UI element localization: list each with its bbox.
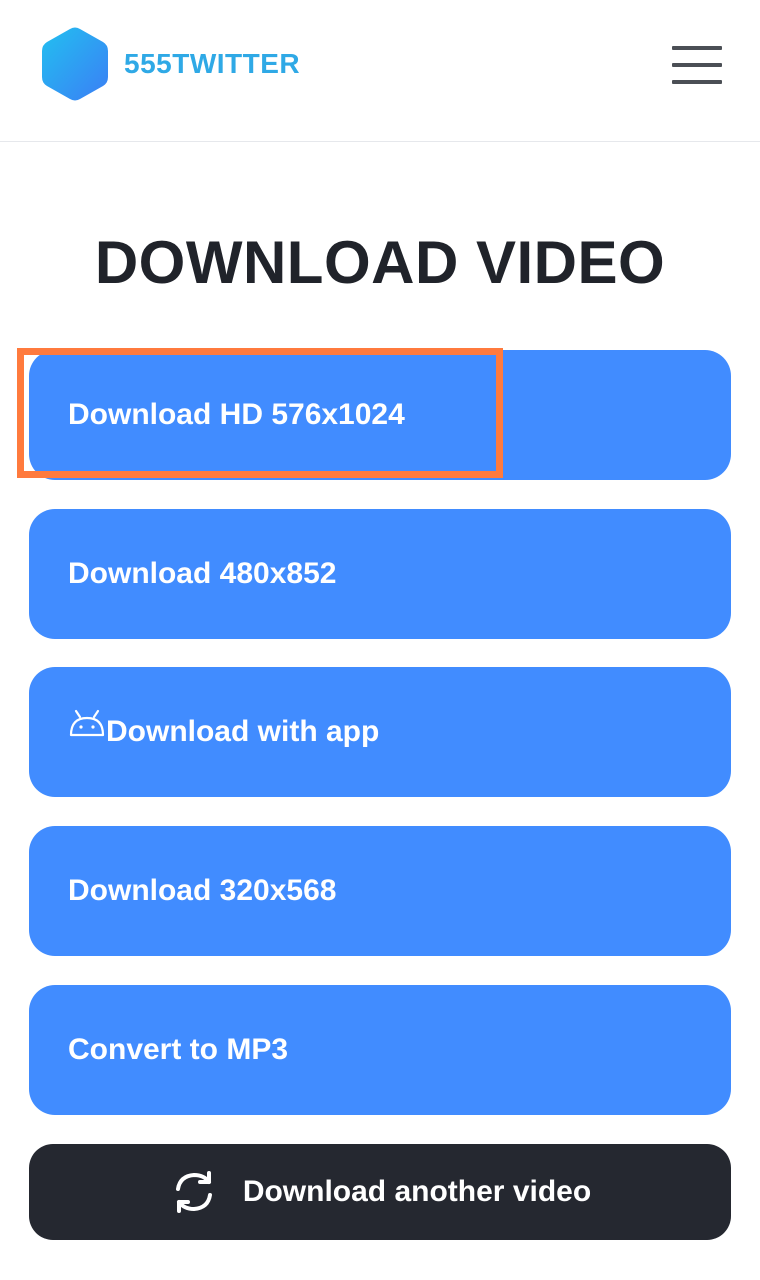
page-title: DOWNLOAD VIDEO: [94, 229, 666, 296]
button-label: Download HD 576x1024: [68, 398, 405, 431]
download-with-app-button[interactable]: Download with app: [29, 667, 731, 797]
site-header: 555TWITTER: [0, 0, 760, 142]
logo-text: 555TWITTER: [124, 48, 301, 79]
download-320x568-button[interactable]: Download 320x568: [29, 826, 731, 956]
site-logo[interactable]: 555TWITTER: [40, 26, 300, 102]
hexagon-logo-icon: [42, 27, 108, 101]
download-another-video-button[interactable]: Download another video: [29, 1144, 731, 1240]
convert-to-mp3-button[interactable]: Convert to MP3: [29, 985, 731, 1115]
button-label: Convert to MP3: [68, 1033, 289, 1066]
button-label: Download with app: [106, 715, 380, 748]
hamburger-menu-icon[interactable]: [668, 44, 724, 88]
button-label: Download 320x568: [68, 874, 337, 907]
android-icon: [69, 709, 105, 737]
button-label: Download another video: [242, 1175, 592, 1208]
download-hd-576x1024-button[interactable]: Download HD 576x1024: [29, 350, 731, 480]
download-480x852-button[interactable]: Download 480x852: [29, 509, 731, 639]
refresh-icon: [175, 1171, 212, 1213]
button-label: Download 480x852: [68, 557, 337, 590]
